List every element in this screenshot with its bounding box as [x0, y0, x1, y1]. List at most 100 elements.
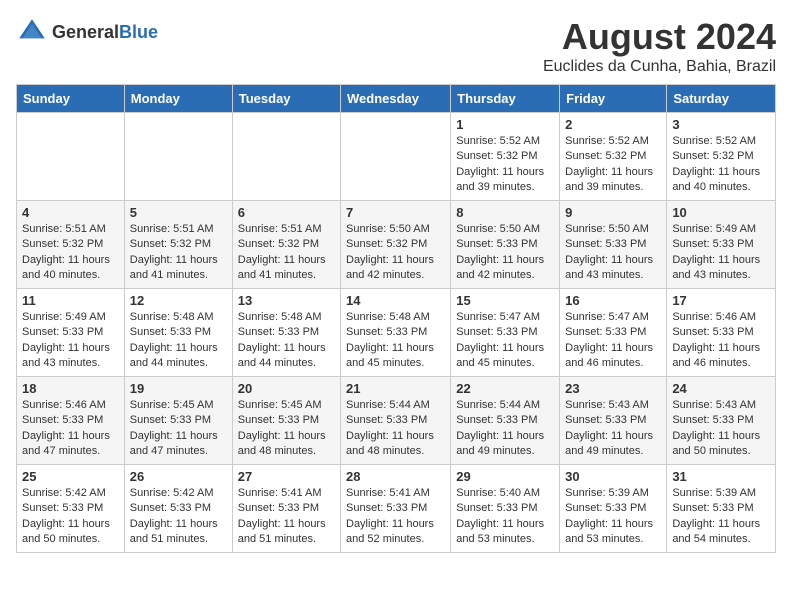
day-cell-20: 20Sunrise: 5:45 AMSunset: 5:33 PMDayligh…	[232, 377, 340, 465]
day-cell-10: 10Sunrise: 5:49 AMSunset: 5:33 PMDayligh…	[667, 201, 776, 289]
day-number: 16	[565, 293, 661, 308]
day-info: Sunrise: 5:41 AMSunset: 5:33 PMDaylight:…	[238, 486, 335, 548]
day-number: 21	[346, 381, 445, 396]
day-number: 9	[565, 205, 661, 220]
day-info: Sunrise: 5:40 AMSunset: 5:33 PMDaylight:…	[456, 486, 554, 548]
col-header-monday: Monday	[124, 85, 232, 113]
day-number: 8	[456, 205, 554, 220]
calendar-table: SundayMondayTuesdayWednesdayThursdayFrid…	[16, 84, 776, 553]
day-info: Sunrise: 5:52 AMSunset: 5:32 PMDaylight:…	[672, 134, 770, 196]
col-header-tuesday: Tuesday	[232, 85, 340, 113]
empty-cell	[341, 113, 451, 201]
day-info: Sunrise: 5:46 AMSunset: 5:33 PMDaylight:…	[672, 310, 770, 372]
day-info: Sunrise: 5:39 AMSunset: 5:33 PMDaylight:…	[672, 486, 770, 548]
day-info: Sunrise: 5:51 AMSunset: 5:32 PMDaylight:…	[130, 222, 227, 284]
col-header-wednesday: Wednesday	[341, 85, 451, 113]
day-number: 17	[672, 293, 770, 308]
logo: GeneralBlue	[16, 16, 158, 48]
day-cell-15: 15 Sunrise: 5:47 AMSunset: 5:33 PMDayligh…	[451, 289, 560, 377]
day-info: Sunrise: 5:47 AMSunset: 5:33 PMDaylight:…	[456, 310, 554, 372]
week-row-5: 25 Sunrise: 5:42 AMSunset: 5:33 PMDayligh…	[17, 465, 776, 553]
day-number: 31	[672, 469, 770, 484]
day-number: 11	[22, 293, 119, 308]
day-number: 26	[130, 469, 227, 484]
day-number: 6	[238, 205, 335, 220]
day-info: Sunrise: 5:45 AMSunset: 5:33 PMDaylight:…	[238, 398, 335, 460]
day-cell-6: 6 Sunrise: 5:51 AMSunset: 5:32 PMDaylight…	[232, 201, 340, 289]
page-header: GeneralBlue August 2024 Euclides da Cunh…	[16, 16, 776, 76]
day-number: 1	[456, 117, 554, 132]
day-cell-28: 28 Sunrise: 5:41 AMSunset: 5:33 PMDayligh…	[341, 465, 451, 553]
day-number: 27	[238, 469, 335, 484]
week-row-4: 18 Sunrise: 5:46 AMSunset: 5:33 PMDayligh…	[17, 377, 776, 465]
col-header-thursday: Thursday	[451, 85, 560, 113]
day-info: Sunrise: 5:51 AMSunset: 5:32 PMDaylight:…	[238, 222, 335, 284]
title-block: August 2024 Euclides da Cunha, Bahia, Br…	[543, 16, 776, 76]
day-number: 14	[346, 293, 445, 308]
day-number: 4	[22, 205, 119, 220]
day-cell-23: 23 Sunrise: 5:43 AMSunset: 5:33 PMDayligh…	[560, 377, 667, 465]
day-cell-29: 29 Sunrise: 5:40 AMSunset: 5:33 PMDayligh…	[451, 465, 560, 553]
month-year: August 2024	[543, 16, 776, 58]
col-header-friday: Friday	[560, 85, 667, 113]
day-info: Sunrise: 5:42 AMSunset: 5:33 PMDaylight:…	[130, 486, 227, 548]
day-info: Sunrise: 5:43 AMSunset: 5:33 PMDaylight:…	[672, 398, 770, 460]
day-info: Sunrise: 5:44 AMSunset: 5:33 PMDaylight:…	[346, 398, 445, 460]
col-header-saturday: Saturday	[667, 85, 776, 113]
day-info: Sunrise: 5:51 AMSunset: 5:32 PMDaylight:…	[22, 222, 119, 284]
day-cell-22: 22 Sunrise: 5:44 AMSunset: 5:33 PMDayligh…	[451, 377, 560, 465]
day-number: 13	[238, 293, 335, 308]
day-info: Sunrise: 5:52 AMSunset: 5:32 PMDaylight:…	[565, 134, 661, 196]
day-number: 7	[346, 205, 445, 220]
day-cell-19: 19 Sunrise: 5:45 AMSunset: 5:33 PMDayligh…	[124, 377, 232, 465]
day-cell-27: 27 Sunrise: 5:41 AMSunset: 5:33 PMDayligh…	[232, 465, 340, 553]
day-info: Sunrise: 5:48 AMSunset: 5:33 PMDaylight:…	[346, 310, 445, 372]
col-header-sunday: Sunday	[17, 85, 125, 113]
day-cell-26: 26 Sunrise: 5:42 AMSunset: 5:33 PMDayligh…	[124, 465, 232, 553]
day-info: Sunrise: 5:49 AMSunset: 5:33 PMDaylight:…	[672, 222, 770, 284]
day-info: Sunrise: 5:52 AMSunset: 5:32 PMDaylight:…	[456, 134, 554, 196]
day-number: 15	[456, 293, 554, 308]
day-cell-31: 31 Sunrise: 5:39 AMSunset: 5:33 PMDayligh…	[667, 465, 776, 553]
day-info: Sunrise: 5:46 AMSunset: 5:33 PMDaylight:…	[22, 398, 119, 460]
day-number: 23	[565, 381, 661, 396]
day-info: Sunrise: 5:50 AMSunset: 5:32 PMDaylight:…	[346, 222, 445, 284]
day-info: Sunrise: 5:43 AMSunset: 5:33 PMDaylight:…	[565, 398, 661, 460]
day-info: Sunrise: 5:42 AMSunset: 5:33 PMDaylight:…	[22, 486, 119, 548]
day-number: 22	[456, 381, 554, 396]
day-number: 12	[130, 293, 227, 308]
day-cell-16: 16Sunrise: 5:47 AMSunset: 5:33 PMDayligh…	[560, 289, 667, 377]
day-number: 28	[346, 469, 445, 484]
day-cell-2: 2 Sunrise: 5:52 AMSunset: 5:32 PMDaylight…	[560, 113, 667, 201]
day-number: 5	[130, 205, 227, 220]
day-info: Sunrise: 5:45 AMSunset: 5:33 PMDaylight:…	[130, 398, 227, 460]
day-cell-5: 5 Sunrise: 5:51 AMSunset: 5:32 PMDaylight…	[124, 201, 232, 289]
day-cell-4: 4 Sunrise: 5:51 AMSunset: 5:32 PMDaylight…	[17, 201, 125, 289]
day-number: 19	[130, 381, 227, 396]
week-row-1: 1 Sunrise: 5:52 AMSunset: 5:32 PMDaylight…	[17, 113, 776, 201]
day-info: Sunrise: 5:41 AMSunset: 5:33 PMDaylight:…	[346, 486, 445, 548]
day-number: 30	[565, 469, 661, 484]
day-cell-12: 12Sunrise: 5:48 AMSunset: 5:33 PMDayligh…	[124, 289, 232, 377]
day-cell-7: 7 Sunrise: 5:50 AMSunset: 5:32 PMDaylight…	[341, 201, 451, 289]
day-number: 18	[22, 381, 119, 396]
day-cell-8: 8 Sunrise: 5:50 AMSunset: 5:33 PMDaylight…	[451, 201, 560, 289]
day-info: Sunrise: 5:44 AMSunset: 5:33 PMDaylight:…	[456, 398, 554, 460]
day-cell-18: 18 Sunrise: 5:46 AMSunset: 5:33 PMDayligh…	[17, 377, 125, 465]
day-cell-9: 9Sunrise: 5:50 AMSunset: 5:33 PMDaylight…	[560, 201, 667, 289]
logo-general-text: General	[52, 22, 119, 42]
day-info: Sunrise: 5:39 AMSunset: 5:33 PMDaylight:…	[565, 486, 661, 548]
day-info: Sunrise: 5:49 AMSunset: 5:33 PMDaylight:…	[22, 310, 119, 372]
day-number: 29	[456, 469, 554, 484]
day-cell-25: 25 Sunrise: 5:42 AMSunset: 5:33 PMDayligh…	[17, 465, 125, 553]
logo-blue-text: Blue	[119, 22, 158, 42]
day-number: 2	[565, 117, 661, 132]
empty-cell	[124, 113, 232, 201]
week-row-2: 4 Sunrise: 5:51 AMSunset: 5:32 PMDaylight…	[17, 201, 776, 289]
day-info: Sunrise: 5:50 AMSunset: 5:33 PMDaylight:…	[456, 222, 554, 284]
day-cell-17: 17 Sunrise: 5:46 AMSunset: 5:33 PMDayligh…	[667, 289, 776, 377]
empty-cell	[232, 113, 340, 201]
day-number: 3	[672, 117, 770, 132]
day-number: 25	[22, 469, 119, 484]
day-cell-21: 21 Sunrise: 5:44 AMSunset: 5:33 PMDayligh…	[341, 377, 451, 465]
